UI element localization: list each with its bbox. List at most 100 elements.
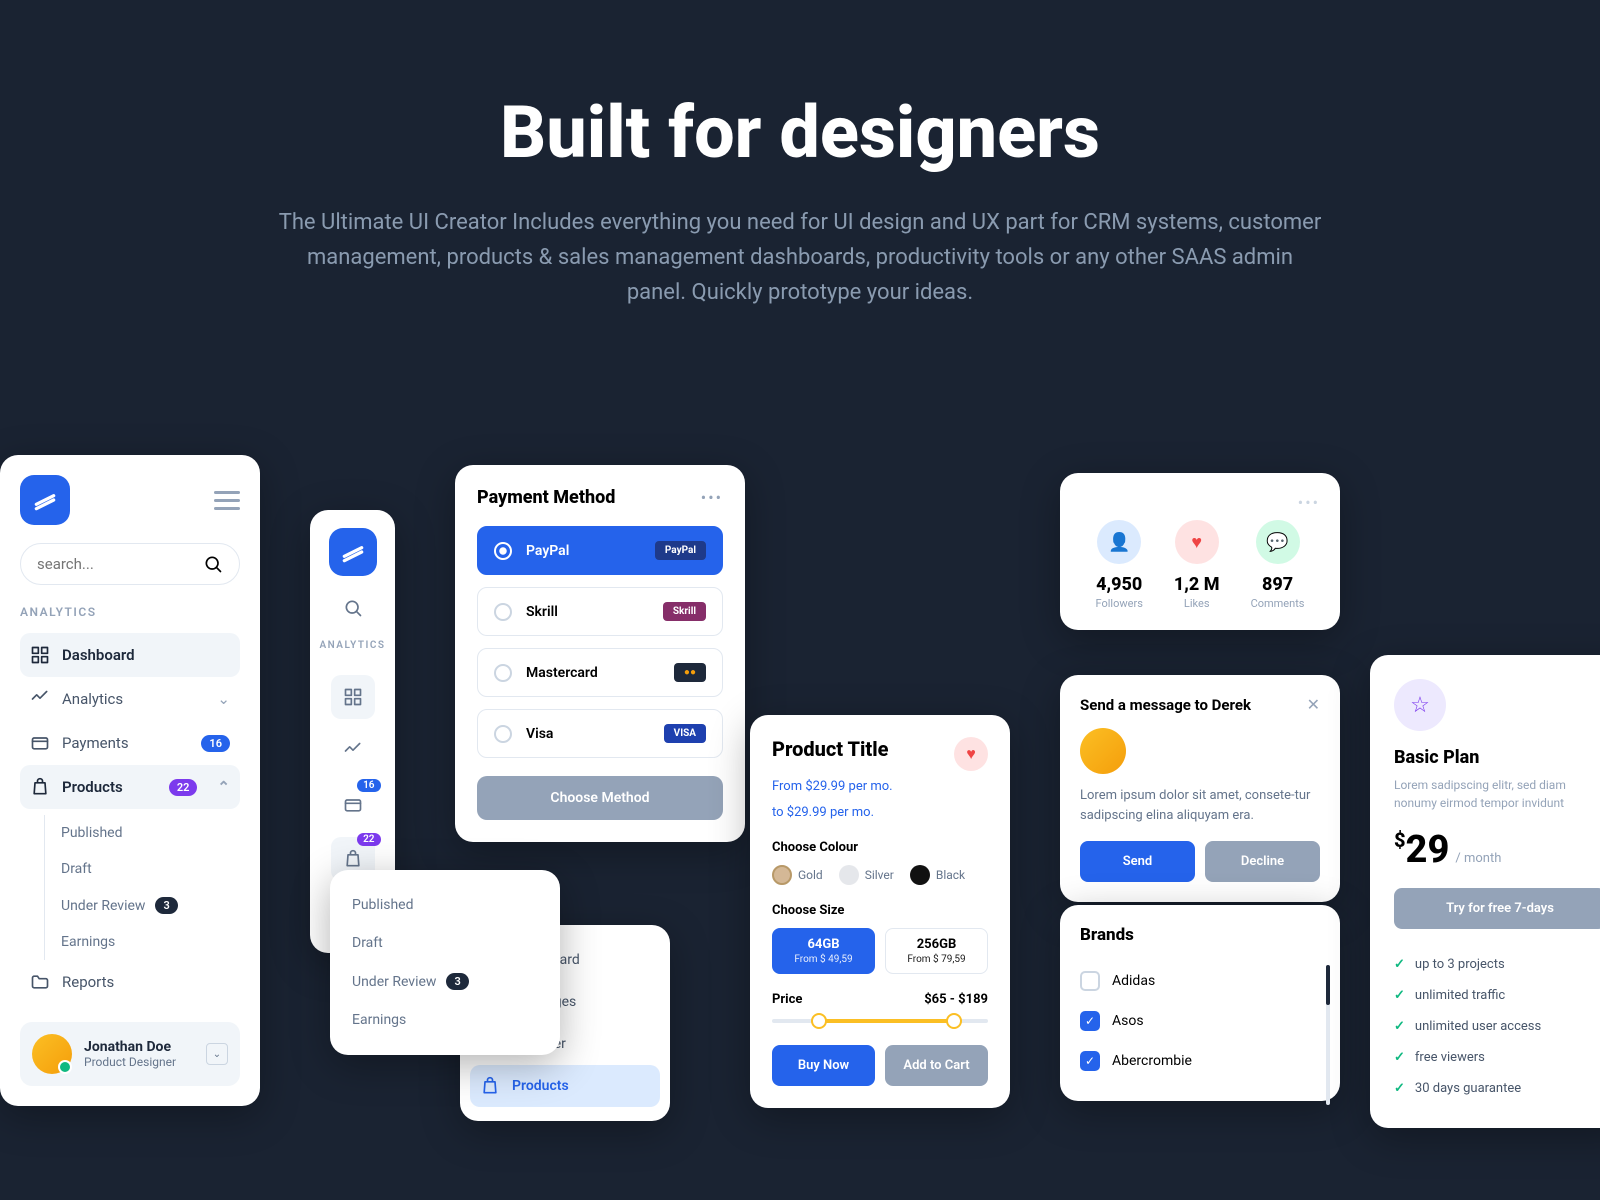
- sub-under-review[interactable]: Under Review3: [61, 887, 240, 924]
- hero-subtitle: The Ultimate UI Creator Includes everyth…: [275, 205, 1325, 311]
- avatar: [32, 1034, 72, 1074]
- buy-button[interactable]: Buy Now: [772, 1045, 875, 1086]
- bag-icon: [30, 777, 50, 797]
- brand-abercrombie[interactable]: ✓Abercrombie: [1080, 1041, 1320, 1081]
- stat-likes: ♥ 1,2 M Likes: [1174, 520, 1220, 610]
- price-slider[interactable]: [772, 1019, 988, 1023]
- colour-silver[interactable]: Silver: [839, 865, 894, 885]
- feature-item: ✓unlimited user access: [1394, 1011, 1600, 1042]
- scrollbar[interactable]: [1326, 965, 1330, 1105]
- user-icon: 👤: [1097, 520, 1141, 564]
- payments-badge: 16: [201, 735, 230, 752]
- brand-adidas[interactable]: Adidas: [1080, 961, 1320, 1001]
- sub-earnings[interactable]: Earnings: [61, 924, 240, 960]
- stats-card: ••• 👤 4,950 Followers ♥ 1,2 M Likes 💬 89…: [1060, 473, 1340, 630]
- radio-icon: [494, 603, 512, 621]
- section-label: ANALYTICS: [20, 605, 240, 619]
- check-icon: ✓: [1394, 957, 1405, 972]
- sidebar-expanded: ANALYTICS Dashboard Analytics ⌄ Payments…: [0, 455, 260, 1106]
- feature-item: ✓unlimited traffic: [1394, 980, 1600, 1011]
- size-label: Choose Size: [772, 903, 988, 918]
- star-icon: ☆: [1394, 679, 1446, 731]
- check-icon: ✓: [1394, 988, 1405, 1003]
- more-icon[interactable]: •••: [701, 488, 723, 507]
- sub-earnings[interactable]: Earnings: [346, 1001, 544, 1039]
- check-icon: ✓: [1394, 1019, 1405, 1034]
- chevron-down-icon[interactable]: ⌄: [206, 1043, 228, 1065]
- profile-card[interactable]: Jonathan Doe Product Designer ⌄: [20, 1022, 240, 1086]
- section-label: ANALYTICS: [319, 640, 385, 651]
- feature-item: ✓30 days guarantee: [1394, 1073, 1600, 1104]
- brands-title: Brands: [1080, 925, 1320, 945]
- submenu-popup: Published Draft Under Review3 Earnings: [330, 870, 560, 1055]
- checkbox-icon: ✓: [1080, 1051, 1100, 1071]
- colour-black[interactable]: Black: [910, 865, 965, 885]
- choose-method-button[interactable]: Choose Method: [477, 776, 723, 820]
- colour-gold[interactable]: Gold: [772, 865, 823, 885]
- nav-dashboard[interactable]: Dashboard: [20, 633, 240, 677]
- close-icon[interactable]: ✕: [1307, 695, 1320, 714]
- payment-option-visa[interactable]: Visa VISA: [477, 709, 723, 758]
- nav-analytics[interactable]: Analytics ⌄: [20, 677, 240, 721]
- profile-role: Product Designer: [84, 1055, 176, 1069]
- sub-published[interactable]: Published: [346, 886, 544, 924]
- message-text: Lorem ipsum dolor sit amet, consete-tur …: [1080, 786, 1320, 825]
- price-label: Price: [772, 992, 802, 1007]
- brands-card: Brands Adidas ✓Asos ✓Abercrombie: [1060, 905, 1340, 1101]
- sub-draft[interactable]: Draft: [61, 851, 240, 887]
- trial-button[interactable]: Try for free 7-days: [1394, 888, 1600, 929]
- nav-products[interactable]: Products: [470, 1065, 660, 1107]
- heart-icon: ♥: [1175, 520, 1219, 564]
- search-input[interactable]: [20, 543, 240, 585]
- product-price-to: to $29.99 per mo.: [772, 803, 988, 823]
- check-icon: ✓: [1394, 1081, 1405, 1096]
- menu-icon[interactable]: [214, 491, 240, 510]
- logo-icon: [329, 528, 377, 576]
- nav-products[interactable]: Products 22 ⌃: [20, 765, 240, 809]
- nav-reports[interactable]: Reports: [20, 960, 240, 1004]
- more-icon[interactable]: •••: [1080, 493, 1320, 512]
- size-256gb[interactable]: 256GBFrom $ 79,59: [885, 928, 988, 974]
- add-to-cart-button[interactable]: Add to Cart: [885, 1045, 988, 1086]
- products-badge: 22: [169, 779, 198, 796]
- sub-published[interactable]: Published: [61, 815, 240, 851]
- nav-analytics[interactable]: [331, 729, 375, 773]
- chevron-down-icon: ⌄: [217, 690, 230, 708]
- folder-icon: [30, 972, 50, 992]
- message-title: Send a message to Derek: [1080, 696, 1251, 714]
- chart-icon: [30, 689, 50, 709]
- product-card: Product Title ♥ From $29.99 per mo. to $…: [750, 715, 1010, 1108]
- nav-payments[interactable]: 16: [331, 783, 375, 827]
- radio-icon: [494, 725, 512, 743]
- wallet-icon: [30, 733, 50, 753]
- check-icon: ✓: [1394, 1050, 1405, 1065]
- send-button[interactable]: Send: [1080, 841, 1195, 882]
- checkbox-icon: ✓: [1080, 1011, 1100, 1031]
- hero-title: Built for designers: [0, 90, 1600, 175]
- size-64gb[interactable]: 64GBFrom $ 49,59: [772, 928, 875, 974]
- product-price-from: From $29.99 per mo.: [772, 777, 988, 797]
- payment-option-paypal[interactable]: PayPal PayPal: [477, 526, 723, 575]
- product-title: Product Title: [772, 737, 889, 761]
- brand-asos[interactable]: ✓Asos: [1080, 1001, 1320, 1041]
- radio-icon: [494, 542, 512, 560]
- nav-payments[interactable]: Payments 16: [20, 721, 240, 765]
- decline-button[interactable]: Decline: [1205, 841, 1320, 882]
- feature-item: ✓up to 3 projects: [1394, 949, 1600, 980]
- checkbox-icon: [1080, 971, 1100, 991]
- payment-option-mastercard[interactable]: Mastercard ●●: [477, 648, 723, 697]
- stat-followers: 👤 4,950 Followers: [1096, 520, 1143, 610]
- radio-icon: [494, 664, 512, 682]
- nav-dashboard[interactable]: [331, 675, 375, 719]
- plan-name: Basic Plan: [1394, 747, 1600, 768]
- pricing-card: ☆ Basic Plan Lorem sadipscing elitr, sed…: [1370, 655, 1600, 1128]
- sub-draft[interactable]: Draft: [346, 924, 544, 962]
- plan-description: Lorem sadipscing elitr, sed diam nonumy …: [1394, 776, 1600, 812]
- sub-under-review[interactable]: Under Review3: [346, 962, 544, 1001]
- search-button[interactable]: [331, 586, 375, 630]
- search-icon: [203, 554, 223, 574]
- heart-icon[interactable]: ♥: [954, 737, 988, 771]
- price-range: $65 - $189: [924, 992, 988, 1007]
- profile-name: Jonathan Doe: [84, 1039, 176, 1055]
- payment-option-skrill[interactable]: Skrill Skrill: [477, 587, 723, 636]
